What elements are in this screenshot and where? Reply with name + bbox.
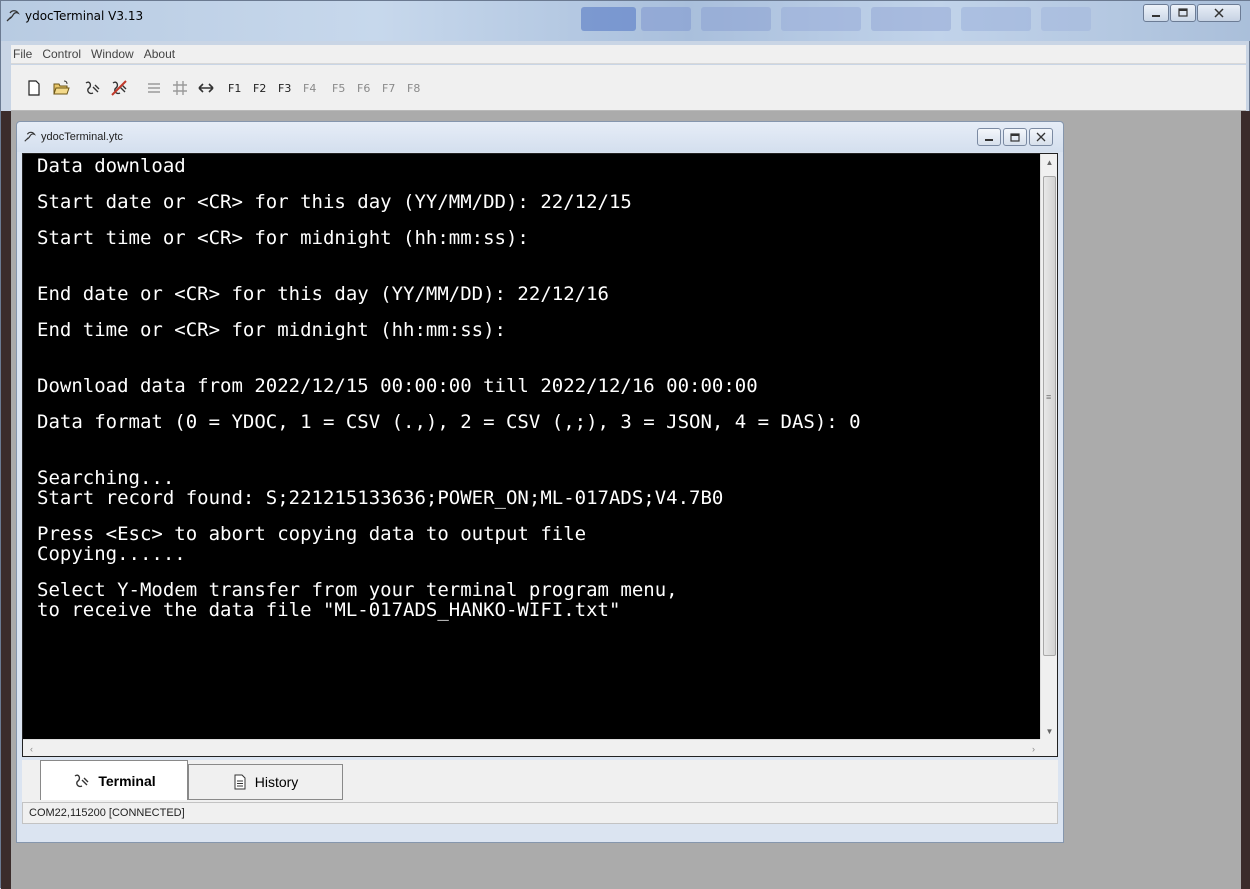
terminal-line: to receive the data file "ML-017ADS_HANK… (37, 599, 621, 621)
f1-button[interactable]: F1 (228, 82, 241, 95)
restore-icon (1010, 133, 1020, 142)
document-app-icon (24, 131, 37, 142)
tab-bar: Terminal History (22, 760, 1058, 802)
menu-about[interactable]: About (144, 47, 175, 61)
terminal-line: Select Y-Modem transfer from your termin… (37, 579, 678, 601)
app-icon (6, 10, 20, 22)
menu-control[interactable]: Control (42, 47, 81, 61)
terminal-line: Data format (0 = YDOC, 1 = CSV (.,), 2 =… (37, 411, 861, 433)
vertical-scrollbar[interactable]: ▲ ≡ ▼ (1040, 154, 1057, 740)
terminal-line: Copying...... (37, 543, 186, 565)
menu-window[interactable]: Window (91, 47, 134, 61)
f6-button[interactable]: F6 (357, 82, 370, 95)
child-minimize-button[interactable] (977, 128, 1001, 146)
app-window: ydocTerminal V3.13 File Control Window A… (0, 0, 1250, 889)
terminal-line: Start time or <CR> for midnight (hh:mm:s… (37, 227, 529, 249)
close-icon (1214, 8, 1224, 18)
menu-bar: File Control Window About (11, 45, 1246, 64)
terminal-line: Start record found: S;221215133636;POWER… (37, 487, 724, 509)
f7-button[interactable]: F7 (382, 82, 395, 95)
terminal-window-controls (977, 128, 1053, 146)
terminal-line: End date or <CR> for this day (YY/MM/DD)… (37, 283, 609, 305)
status-bar: COM22,115200 [CONNECTED] (22, 802, 1058, 824)
f8-button[interactable]: F8 (407, 82, 420, 95)
terminal-line: End time or <CR> for midnight (hh:mm:ss)… (37, 319, 506, 341)
document-icon (234, 774, 246, 790)
terminal-line: Data download (37, 156, 186, 177)
window-border-right (1241, 111, 1250, 889)
open-folder-icon[interactable] (52, 79, 70, 97)
lines-icon[interactable] (145, 79, 163, 97)
maximize-button[interactable] (1170, 4, 1196, 22)
window-border-left (1, 111, 11, 889)
f3-button[interactable]: F3 (278, 82, 291, 95)
terminal-window-titlebar: ydocTerminal.ytc (17, 122, 1063, 152)
f5-button[interactable]: F5 (332, 82, 345, 95)
horizontal-scrollbar[interactable]: ‹ › (23, 739, 1042, 756)
tab-terminal-label: Terminal (98, 772, 156, 789)
f4-button[interactable]: F4 (303, 82, 316, 95)
child-close-button[interactable] (1029, 128, 1053, 146)
tab-history[interactable]: History (188, 764, 343, 800)
f2-button[interactable]: F2 (253, 82, 266, 95)
terminal-line: Start date or <CR> for this day (YY/MM/D… (37, 191, 632, 213)
window-title: ydocTerminal V3.13 (25, 9, 144, 23)
terminal-line: Download data from 2022/12/15 00:00:00 t… (37, 375, 758, 397)
close-button[interactable] (1197, 4, 1241, 22)
swap-arrows-icon[interactable] (197, 79, 215, 97)
menu-file[interactable]: File (13, 47, 32, 61)
terminal-console[interactable]: Data download Start date or <CR> for thi… (22, 153, 1058, 757)
window-controls (1143, 4, 1241, 22)
terminal-window: ydocTerminal.ytc Data download Start dat… (16, 121, 1064, 843)
title-bar: ydocTerminal V3.13 (1, 1, 1250, 41)
close-icon (1036, 132, 1046, 142)
tab-history-label: History (254, 774, 299, 790)
scrollbar-corner (1040, 739, 1057, 756)
hash-icon[interactable] (171, 79, 189, 97)
new-document-icon[interactable] (25, 79, 43, 97)
terminal-window-title: ydocTerminal.ytc (41, 131, 123, 143)
tab-terminal[interactable]: Terminal (40, 760, 188, 800)
connect-icon[interactable] (83, 79, 101, 97)
minimize-icon (1152, 15, 1160, 17)
connection-status: COM22,115200 [CONNECTED] (29, 807, 185, 819)
scroll-left-icon[interactable]: ‹ (23, 740, 40, 757)
scroll-up-icon[interactable]: ▲ (1041, 154, 1058, 171)
toolbar: F1 F2 F3 F4 F5 F6 F7 F8 (11, 65, 1246, 111)
scroll-grip-icon: ≡ (1046, 392, 1052, 402)
terminal-line: Searching... (37, 467, 175, 489)
maximize-icon (1178, 8, 1188, 17)
child-restore-button[interactable] (1003, 128, 1027, 146)
connect-icon (74, 774, 89, 787)
disconnect-icon[interactable] (110, 79, 128, 97)
terminal-output: Data download Start date or <CR> for thi… (37, 156, 1032, 746)
minimize-button[interactable] (1143, 4, 1169, 22)
terminal-line: Press <Esc> to abort copying data to out… (37, 523, 587, 545)
minimize-icon (985, 139, 993, 141)
scroll-thumb[interactable] (1043, 176, 1056, 656)
scroll-down-icon[interactable]: ▼ (1041, 723, 1058, 740)
